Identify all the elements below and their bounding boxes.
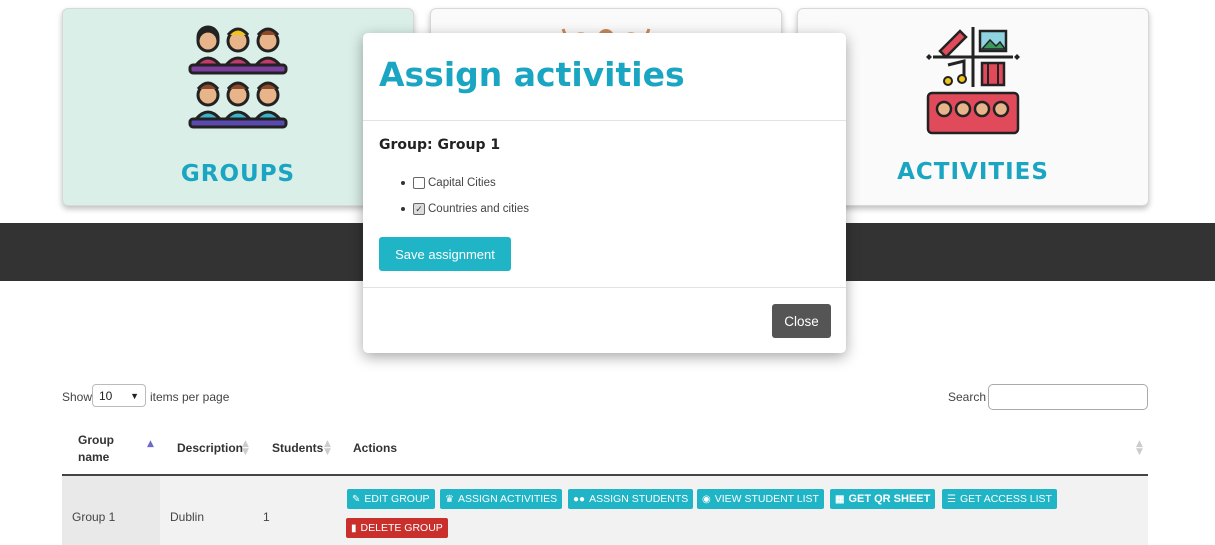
assign-students-label: ASSIGN STUDENTS <box>589 493 689 505</box>
modal-header-divider <box>363 120 846 121</box>
assign-activities-modal: Assign activities Group: Group 1 Capital… <box>363 33 846 353</box>
get-qr-sheet-label: GET QR SHEET <box>848 493 931 505</box>
cell-students: 1 <box>263 510 270 524</box>
assign-activities-button[interactable]: ♛ ASSIGN ACTIVITIES <box>440 489 563 509</box>
modal-title: Assign activities <box>379 55 685 94</box>
view-student-list-label: VIEW STUDENT LIST <box>714 493 819 505</box>
header-actions: Actions <box>353 441 398 455</box>
users-icon: ●● <box>573 493 586 505</box>
activity-label: Capital Cities <box>428 177 496 189</box>
page-size-value: 10 <box>99 388 113 403</box>
table-row <box>62 476 1148 545</box>
assign-activities-label: ASSIGN ACTIVITIES <box>457 493 558 505</box>
cell-description: Dublin <box>170 510 205 524</box>
page-size-select[interactable]: 10 ▼ <box>92 384 146 407</box>
capital-cities-checkbox[interactable] <box>413 177 425 189</box>
modal-group-label: Group: Group 1 <box>379 137 501 153</box>
header-students[interactable]: Students <box>272 441 323 455</box>
trash-icon: ▮ <box>351 522 357 534</box>
delete-group-label: DELETE GROUP <box>360 522 443 534</box>
header-description[interactable]: Description <box>177 441 243 455</box>
items-per-page-label: items per page <box>150 390 230 404</box>
groups-people-icon <box>178 23 298 147</box>
list-item: Capital Cities <box>401 170 529 196</box>
edit-group-label: EDIT GROUP <box>364 493 430 505</box>
get-qr-sheet-button[interactable]: ▦ GET QR SHEET <box>830 489 936 509</box>
eye-icon: ◉ <box>702 493 711 505</box>
activities-icon <box>918 25 1028 149</box>
sort-icon[interactable]: ▲ ▼ <box>324 440 331 457</box>
save-assignment-button[interactable]: Save assignment <box>379 237 511 271</box>
close-button[interactable]: Close <box>772 304 831 338</box>
modal-footer-divider <box>363 287 846 288</box>
sort-icon[interactable]: ▲ ▼ <box>242 440 249 457</box>
list-icon: ☰ <box>947 493 956 505</box>
search-input[interactable] <box>988 384 1148 410</box>
delete-group-button[interactable]: ▮ DELETE GROUP <box>346 518 448 538</box>
get-access-list-button[interactable]: ☰ GET ACCESS LIST <box>942 489 1057 509</box>
activity-label: Countries and cities <box>428 203 529 215</box>
get-access-list-label: GET ACCESS LIST <box>959 493 1052 505</box>
view-student-list-button[interactable]: ◉ VIEW STUDENT LIST <box>697 489 824 509</box>
qr-code-icon: ▦ <box>835 493 845 505</box>
search-label: Search <box>948 390 987 404</box>
sort-ascending-icon[interactable]: ▲ <box>147 440 154 449</box>
puzzle-icon: ♛ <box>445 493 454 505</box>
edit-group-button[interactable]: ✎ EDIT GROUP <box>347 489 435 509</box>
show-label: Show <box>62 390 93 404</box>
chevron-down-icon: ▼ <box>130 390 139 401</box>
list-item: ✓ Countries and cities <box>401 196 529 222</box>
cell-group-name: Group 1 <box>72 510 116 524</box>
header-group-name[interactable]: Group name <box>78 432 128 466</box>
countries-and-cities-checkbox[interactable]: ✓ <box>413 203 425 215</box>
groups-card-title: GROUPS <box>180 161 296 187</box>
sort-icon[interactable]: ▲ ▼ <box>1136 440 1143 457</box>
activities-card-title: ACTIVITIES <box>897 159 1049 185</box>
groups-card[interactable]: GROUPS <box>62 8 414 206</box>
activities-card[interactable]: ACTIVITIES <box>797 8 1149 206</box>
edit-icon: ✎ <box>352 493 361 505</box>
assign-students-button[interactable]: ●● ASSIGN STUDENTS <box>568 489 694 509</box>
activity-list: Capital Cities ✓ Countries and cities <box>401 170 529 222</box>
